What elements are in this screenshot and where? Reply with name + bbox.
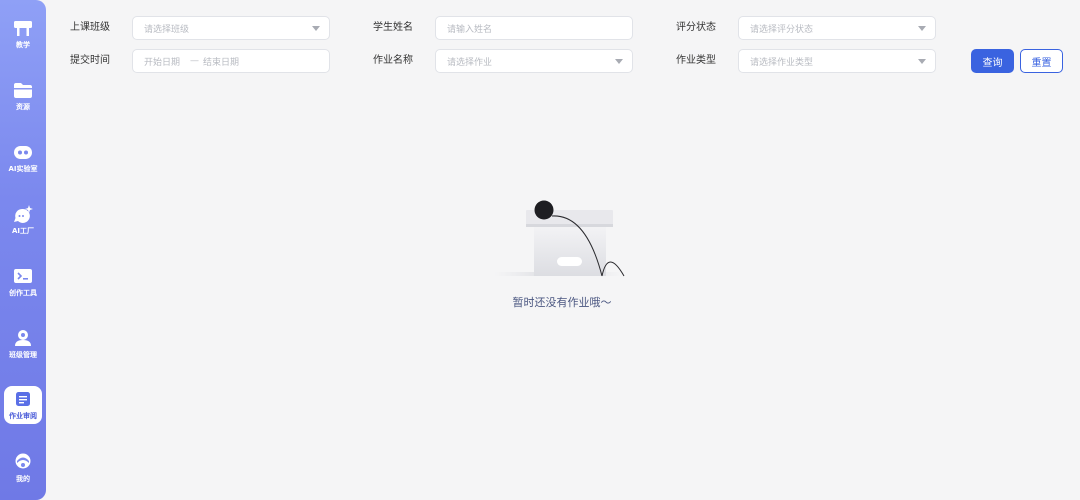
type-select[interactable]: 请选择作业类型	[738, 49, 936, 73]
status-select[interactable]: 请选择评分状态	[738, 16, 936, 40]
sidebar-item-homework-review[interactable]: 作业审阅	[4, 386, 42, 424]
sidebar-item-label: 创作工具	[9, 289, 37, 297]
sidebar-item-teaching[interactable]: 教学	[0, 14, 46, 54]
podium-icon	[13, 18, 33, 38]
class-placeholder: 请选择班级	[144, 24, 190, 35]
empty-state-message: 暂时还没有作业哦～	[512, 296, 612, 309]
query-button[interactable]: 查询	[971, 49, 1014, 73]
sidebar-item-label: 我的	[16, 475, 30, 483]
status-label: 评分状态	[676, 22, 716, 33]
sidebar-item-creation-tools[interactable]: 创作工具	[0, 262, 46, 302]
class-select[interactable]: 请选择班级	[132, 16, 330, 40]
class-label: 上课班级	[70, 22, 110, 33]
sidebar-item-label: 教学	[16, 41, 30, 49]
end-date-placeholder[interactable]: 结束日期	[203, 55, 239, 68]
submit-time-label: 提交时间	[70, 55, 110, 66]
date-separator: —	[190, 56, 200, 66]
folder-icon	[13, 80, 33, 100]
sidebar-item-ai-lab[interactable]: AI实验室	[0, 138, 46, 178]
terminal-icon	[13, 266, 33, 286]
sidebar-item-ai-factory[interactable]: AI工厂	[0, 200, 46, 240]
date-range-picker[interactable]: 开始日期 — 结束日期	[132, 49, 330, 73]
sidebar: 教学 资源 AI实验室 AI工厂 创作工具 班级管理 作业审阅 我的	[0, 0, 46, 500]
robot-icon	[13, 142, 33, 162]
sidebar-item-label: 作业审阅	[9, 412, 37, 420]
chevron-down-icon	[312, 26, 320, 31]
sidebar-item-mine[interactable]: 我的	[0, 448, 46, 488]
homework-label: 作业名称	[373, 55, 413, 66]
chevron-down-icon	[615, 59, 623, 64]
start-date-placeholder[interactable]: 开始日期	[144, 55, 180, 68]
sidebar-item-label: AI工厂	[11, 227, 35, 235]
chat-spark-icon	[13, 204, 33, 224]
homework-placeholder: 请选择作业	[447, 57, 493, 68]
student-placeholder: 请输入姓名	[447, 24, 493, 35]
type-label: 作业类型	[676, 55, 716, 66]
sidebar-item-resources[interactable]: 资源	[0, 76, 46, 116]
empty-box-illustration	[494, 200, 625, 277]
type-placeholder: 请选择作业类型	[750, 57, 814, 68]
user-icon	[13, 452, 33, 472]
student-label: 学生姓名	[373, 22, 413, 33]
homework-select[interactable]: 请选择作业	[435, 49, 633, 73]
reset-button[interactable]: 重置	[1020, 49, 1063, 73]
sidebar-item-class-management[interactable]: 班级管理	[0, 324, 46, 364]
sidebar-item-label: 资源	[16, 103, 30, 111]
sidebar-item-label: AI实验室	[8, 165, 38, 173]
chevron-down-icon	[918, 26, 926, 31]
class-gear-icon	[13, 328, 33, 348]
sidebar-item-label: 班级管理	[9, 351, 37, 359]
chevron-down-icon	[918, 59, 926, 64]
homework-icon	[13, 389, 33, 409]
status-placeholder: 请选择评分状态	[750, 24, 814, 35]
student-name-input[interactable]: 请输入姓名	[435, 16, 633, 40]
